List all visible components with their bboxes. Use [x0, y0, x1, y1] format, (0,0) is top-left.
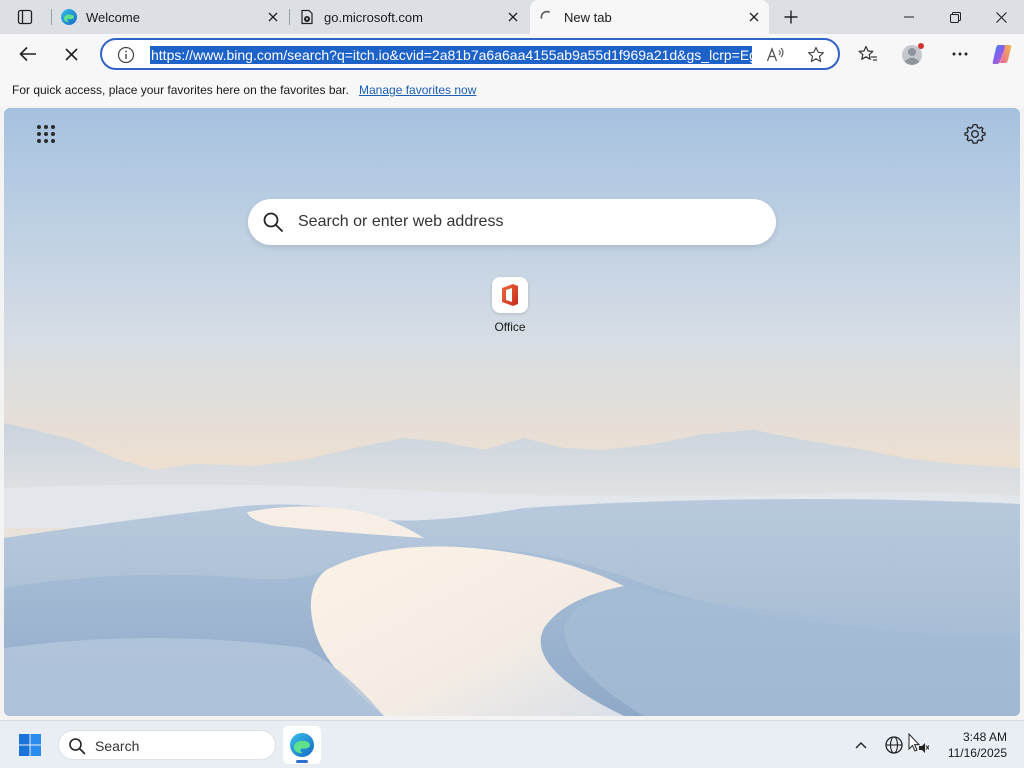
tab-actions-icon: [17, 9, 33, 25]
page-settings-button[interactable]: [962, 121, 988, 147]
browser-toolbar: https://www.bing.com/search?q=itch.io&cv…: [0, 34, 1024, 74]
edge-icon: [290, 733, 314, 757]
tab-welcome[interactable]: Welcome: [52, 0, 288, 34]
web-search-box[interactable]: Search or enter web address: [248, 199, 776, 245]
copilot-button[interactable]: [987, 39, 1017, 69]
gear-icon: [964, 123, 986, 144]
tab-strip: Welcome go.microsoft.com New tab: [0, 0, 1024, 34]
tab-title: go.microsoft.com: [324, 9, 423, 25]
minimize-button[interactable]: [886, 0, 932, 34]
close-icon[interactable]: [745, 8, 763, 26]
taskbar-search[interactable]: Search: [58, 730, 276, 760]
show-hidden-icons-button[interactable]: [851, 735, 871, 755]
more-icon: [952, 52, 968, 56]
restore-icon: [949, 11, 961, 23]
running-indicator: [296, 760, 308, 763]
tab-actions-button[interactable]: [8, 3, 42, 31]
search-icon: [69, 738, 86, 755]
profile-button[interactable]: [898, 39, 928, 69]
favorite-star-icon[interactable]: [804, 44, 828, 66]
clock-date: 11/16/2025: [947, 746, 1007, 760]
tab-title: Welcome: [86, 9, 140, 25]
taskbar: Search 3:48 AM 11/16/2025: [0, 720, 1024, 768]
favorites-button[interactable]: [853, 39, 883, 69]
close-icon[interactable]: [504, 8, 522, 26]
network-globe-icon[interactable]: [883, 734, 905, 756]
search-icon: [263, 212, 283, 232]
favorites-bar: For quick access, place your favorites h…: [0, 74, 1024, 106]
minimize-icon: [904, 16, 914, 18]
plus-icon: [784, 10, 798, 24]
edge-icon: [60, 8, 78, 26]
favorites-list-icon: [858, 45, 877, 61]
arrow-left-icon: [19, 46, 36, 62]
search-placeholder: Search or enter web address: [298, 213, 504, 230]
mouse-cursor-icon: [908, 733, 929, 753]
info-icon[interactable]: [116, 45, 136, 65]
quick-link-office[interactable]: Office: [486, 277, 534, 334]
chevron-up-icon: [855, 742, 867, 749]
restore-button[interactable]: [932, 0, 978, 34]
favorites-bar-message: For quick access, place your favorites h…: [12, 83, 349, 97]
taskbar-search-label: Search: [95, 738, 140, 754]
page-lock-icon: [298, 8, 316, 26]
close-icon: [64, 47, 78, 61]
url-selection: https://www.bing.com/search?q=itch.io&cv…: [150, 46, 752, 64]
office-icon: [492, 277, 528, 313]
tab-title: New tab: [564, 9, 612, 25]
close-window-button[interactable]: [978, 0, 1024, 34]
avatar-icon: [902, 43, 924, 65]
close-icon: [995, 11, 1007, 23]
tile-label: Office: [494, 320, 526, 334]
taskbar-edge-button[interactable]: [283, 726, 321, 764]
new-tab-page: Search or enter web address Office: [4, 108, 1020, 716]
loading-spinner-icon: [538, 8, 556, 26]
copilot-icon: [992, 45, 1012, 64]
tab-go-microsoft[interactable]: go.microsoft.com: [290, 0, 528, 34]
tab-new-tab[interactable]: New tab: [530, 0, 769, 34]
clock-time: 3:48 AM: [962, 730, 1007, 744]
apps-launcher-button[interactable]: [34, 122, 58, 146]
read-aloud-icon[interactable]: [764, 44, 788, 66]
stop-loading-button[interactable]: [56, 39, 86, 69]
new-tab-button[interactable]: [777, 4, 805, 30]
close-icon[interactable]: [264, 8, 282, 26]
system-clock[interactable]: 3:48 AM 11/16/2025: [937, 729, 1007, 761]
grid-icon: [37, 125, 55, 143]
windows-start-icon[interactable]: [18, 733, 42, 757]
settings-more-button[interactable]: [945, 39, 975, 69]
address-bar[interactable]: https://www.bing.com/search?q=itch.io&cv…: [100, 38, 840, 70]
url-text[interactable]: https://www.bing.com/search?q=itch.io&cv…: [150, 45, 752, 65]
back-button[interactable]: [13, 39, 43, 69]
manage-favorites-link[interactable]: Manage favorites now: [359, 83, 476, 97]
